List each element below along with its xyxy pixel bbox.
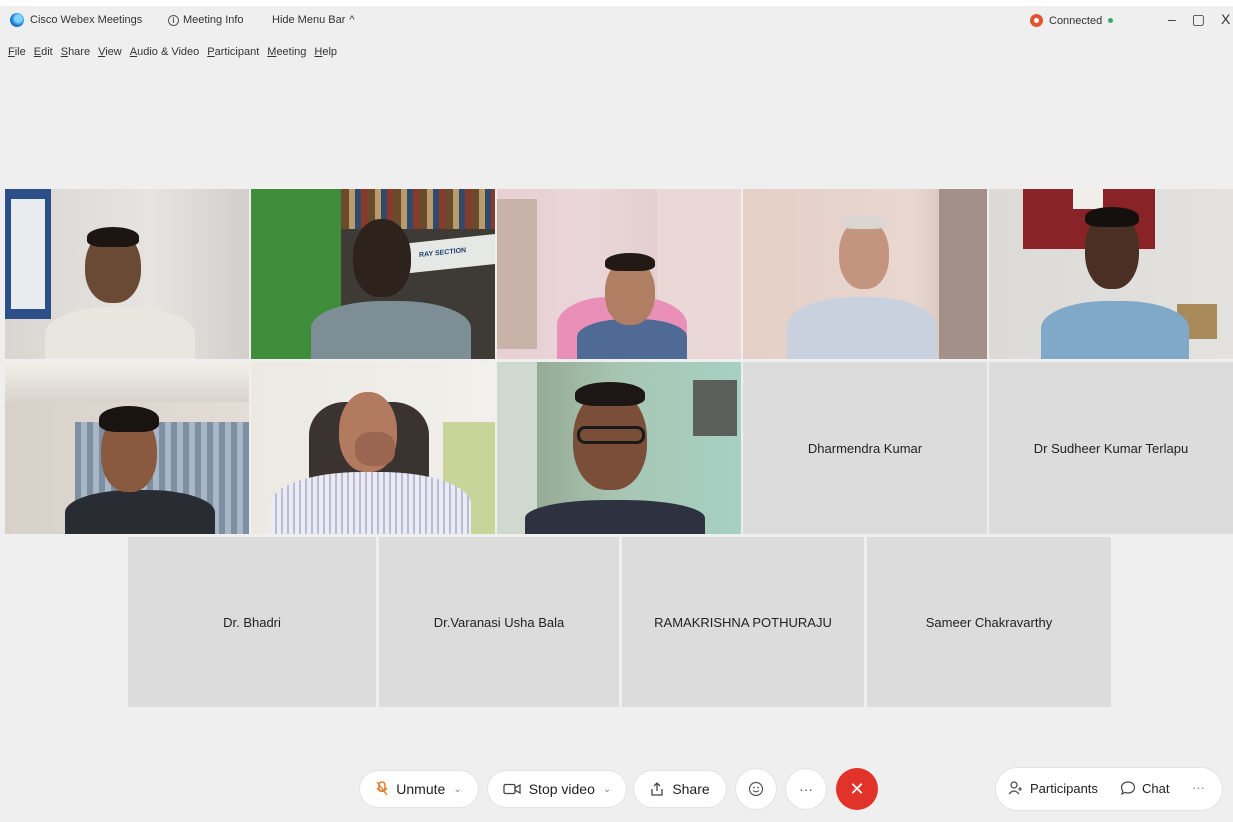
close-button[interactable]: X — [1221, 11, 1230, 28]
menu-file[interactable]: File — [8, 46, 26, 58]
share-button[interactable]: Share — [634, 771, 726, 807]
participant-tile-bhadri[interactable]: Dr. Bhadri — [128, 537, 376, 707]
restore-button[interactable]: ▢ — [1192, 11, 1205, 28]
participants-button[interactable]: Participants — [1008, 780, 1098, 796]
hide-menu-bar-label: Hide Menu Bar — [272, 14, 346, 26]
participants-icon — [1008, 781, 1022, 795]
minimize-button[interactable]: – — [1168, 11, 1176, 28]
unmute-label: Unmute — [396, 781, 446, 797]
participant-name: Sameer Chakravarthy — [925, 614, 1053, 630]
video-tile-5[interactable] — [989, 189, 1233, 359]
participant-name: RAMAKRISHNA POTHURAJU — [654, 614, 832, 630]
share-label: Share — [672, 781, 710, 797]
chat-bubble-icon — [1120, 781, 1136, 796]
menu-share[interactable]: Share — [61, 46, 90, 58]
participant-tile-usha-bala[interactable]: Dr.Varanasi Usha Bala — [379, 537, 619, 707]
participant-tile-ramakrishna-pothuraju[interactable]: RAMAKRISHNA POTHURAJU — [622, 537, 864, 707]
end-meeting-button[interactable]: ✕ — [836, 768, 878, 810]
chevron-down-icon[interactable]: ⌄ — [603, 784, 611, 795]
participant-tile-sudheer-kumar-terlapu[interactable]: Dr Sudheer Kumar Terlapu — [989, 362, 1233, 534]
participants-label: Participants — [1030, 780, 1098, 796]
video-tile-8[interactable] — [497, 362, 741, 534]
meeting-info-label: Meeting Info — [183, 14, 244, 26]
participant-name: Dr.Varanasi Usha Bala — [433, 614, 565, 630]
participant-name: Dr. Bhadri — [223, 614, 281, 630]
video-tile-1[interactable] — [5, 189, 249, 359]
menu-audio-video[interactable]: Audio & Video — [130, 46, 200, 58]
recording-icon — [1030, 14, 1043, 27]
hide-menu-bar-button[interactable]: Hide Menu Bar ^ — [272, 14, 355, 26]
info-icon: i — [168, 14, 179, 26]
panel-more-button[interactable]: ··· — [1192, 780, 1205, 795]
more-options-button[interactable]: ··· — [786, 769, 826, 809]
menu-meeting[interactable]: Meeting — [267, 46, 306, 58]
app-title: Cisco Webex Meetings — [30, 14, 143, 26]
smiley-icon — [748, 781, 764, 797]
video-tile-3[interactable] — [497, 189, 741, 359]
reactions-button[interactable] — [736, 769, 776, 809]
video-tile-6[interactable] — [5, 362, 249, 534]
menu-help[interactable]: Help — [314, 46, 337, 58]
chat-button[interactable]: Chat — [1120, 780, 1169, 796]
chat-label: Chat — [1142, 780, 1170, 796]
window-controls: – ▢ X — [1168, 11, 1230, 28]
webex-logo-icon — [10, 13, 24, 27]
connected-indicator-icon — [1108, 18, 1114, 23]
connection-status-label: Connected — [1049, 14, 1103, 27]
close-icon: ✕ — [849, 778, 865, 799]
menu-bar: File Edit Share View Audio & Video Parti… — [8, 46, 337, 58]
unmute-button[interactable]: Unmute ⌄ — [360, 771, 478, 807]
menu-view[interactable]: View — [98, 46, 122, 58]
participant-tile-dharmendra-kumar[interactable]: Dharmendra Kumar — [743, 362, 987, 534]
title-bar: Cisco Webex Meetings i Meeting Info Hide… — [0, 6, 1233, 36]
stop-video-label: Stop video — [528, 781, 595, 797]
microphone-muted-icon — [376, 781, 388, 796]
stop-video-button[interactable]: Stop video ⌄ — [488, 771, 626, 807]
connection-status[interactable]: Connected — [1030, 14, 1114, 27]
participant-name: Dr Sudheer Kumar Terlapu — [1033, 440, 1189, 456]
meeting-info-button[interactable]: i Meeting Info — [168, 14, 244, 26]
chevron-up-icon: ^ — [349, 14, 355, 26]
menu-edit[interactable]: Edit — [34, 46, 53, 58]
panel-toolbar: Participants Chat ··· — [996, 768, 1222, 810]
menu-participant[interactable]: Participant — [207, 46, 259, 58]
video-tile-7[interactable] — [251, 362, 495, 534]
more-icon: ··· — [799, 781, 813, 797]
share-icon — [651, 782, 663, 796]
video-tile-4[interactable] — [743, 189, 987, 359]
participant-tile-sameer-chakravarthy[interactable]: Sameer Chakravarthy — [867, 537, 1111, 707]
chevron-down-icon[interactable]: ⌄ — [453, 784, 461, 795]
participant-name: Dharmendra Kumar — [807, 440, 923, 456]
video-tile-2[interactable]: RAY SECTION — [251, 189, 495, 359]
video-camera-icon — [503, 783, 521, 795]
